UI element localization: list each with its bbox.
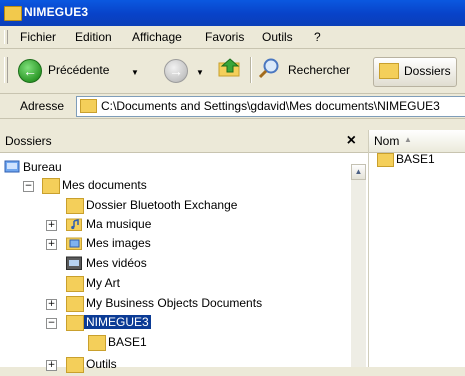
forward-arrow-icon: → (164, 59, 188, 83)
title-bar: NIMEGUE3 (0, 0, 465, 26)
collapse-icon[interactable]: − (46, 318, 57, 329)
menu-bar: Fichier Edition Affichage Favoris Outils… (0, 26, 465, 49)
tree-label-my-art: My Art (86, 276, 121, 290)
folder-icon (66, 276, 84, 292)
list-item[interactable]: BASE1 (377, 151, 463, 169)
folder-icon (66, 296, 84, 312)
toolbar-grip (4, 57, 8, 83)
tree-label-bluetooth: Dossier Bluetooth Exchange (86, 198, 238, 212)
folder-icon (66, 357, 84, 373)
search-icon (258, 58, 279, 79)
folder-icon (4, 6, 22, 21)
tree-label-videos: Mes vidéos (86, 256, 147, 270)
search-label: Rechercher (288, 63, 351, 77)
folders-pane-title: Dossiers (5, 134, 52, 148)
tree-label-outils: Outils (86, 357, 117, 371)
folder-icon (88, 335, 106, 351)
tree-label-musique: Ma musique (86, 217, 152, 231)
menu-outils[interactable]: Outils (262, 30, 293, 44)
folders-scrollbar[interactable]: ▲ (351, 164, 366, 367)
window-title: NIMEGUE3 (24, 5, 89, 19)
folders-pane: Dossiers × Bureau − Mes documents Dossie… (0, 130, 369, 373)
address-label: Adresse (20, 99, 65, 113)
tree-label-mes-documents: Mes documents (62, 178, 147, 192)
expand-icon[interactable]: + (46, 299, 57, 310)
expand-icon[interactable]: + (46, 220, 57, 231)
search-button[interactable]: Rechercher (258, 55, 366, 85)
menu-favoris[interactable]: Favoris (205, 30, 244, 44)
expand-icon[interactable]: + (46, 239, 57, 250)
column-name-label: Nom (374, 134, 400, 148)
menu-grip (4, 30, 8, 44)
file-list-pane: Nom ▲ BASE1 (369, 130, 465, 367)
tree-label-images: Mes images (86, 236, 151, 250)
desktop-icon (4, 160, 20, 173)
address-input[interactable]: C:\Documents and Settings\gdavid\Mes doc… (76, 96, 465, 117)
address-path: C:\Documents and Settings\gdavid\Mes doc… (101, 99, 440, 113)
toolbar-separator (250, 57, 252, 83)
back-arrow-icon: ← (18, 59, 42, 83)
tree-label-business: My Business Objects Documents (86, 296, 263, 310)
folder-icon (42, 178, 60, 194)
up-folder-icon[interactable] (218, 57, 242, 77)
menu-help[interactable]: ? (314, 30, 321, 44)
tree-label-nimegue3: NIMEGUE3 (84, 315, 151, 329)
videos-folder-icon (66, 256, 82, 270)
back-label: Précédente (48, 63, 110, 77)
forward-button[interactable]: → ▼ (164, 55, 212, 85)
folder-icon (80, 99, 97, 113)
music-folder-icon (66, 218, 82, 231)
back-button[interactable]: ← Précédente ▼ (10, 55, 150, 85)
forward-dropdown-icon[interactable]: ▼ (196, 68, 204, 77)
folder-icon (377, 153, 394, 167)
folder-icon (66, 315, 84, 331)
column-header-name[interactable]: Nom ▲ (369, 130, 465, 153)
address-bar: Adresse C:\Documents and Settings\gdavid… (0, 94, 465, 119)
collapse-icon[interactable]: − (23, 181, 34, 192)
folders-button[interactable]: Dossiers (373, 57, 457, 87)
tree-label-bureau: Bureau (23, 160, 62, 174)
scroll-up-arrow-icon[interactable]: ▲ (351, 164, 366, 180)
toolbar: ← Précédente ▼ → ▼ Rechercher Dossiers (0, 49, 465, 94)
folders-pane-header: Dossiers × (0, 130, 368, 153)
back-dropdown-icon[interactable]: ▼ (131, 68, 139, 77)
tree-label-base1: BASE1 (108, 335, 147, 349)
menu-affichage[interactable]: Affichage (132, 30, 182, 44)
close-icon[interactable]: × (347, 132, 356, 150)
expand-icon[interactable]: + (46, 360, 57, 371)
pictures-folder-icon (66, 237, 82, 250)
folders-icon (379, 63, 399, 79)
folders-label: Dossiers (404, 64, 451, 78)
folder-icon (66, 198, 84, 214)
sort-ascending-icon: ▲ (404, 135, 412, 144)
menu-edition[interactable]: Edition (75, 30, 112, 44)
list-item-label: BASE1 (396, 152, 435, 166)
menu-fichier[interactable]: Fichier (20, 30, 56, 44)
